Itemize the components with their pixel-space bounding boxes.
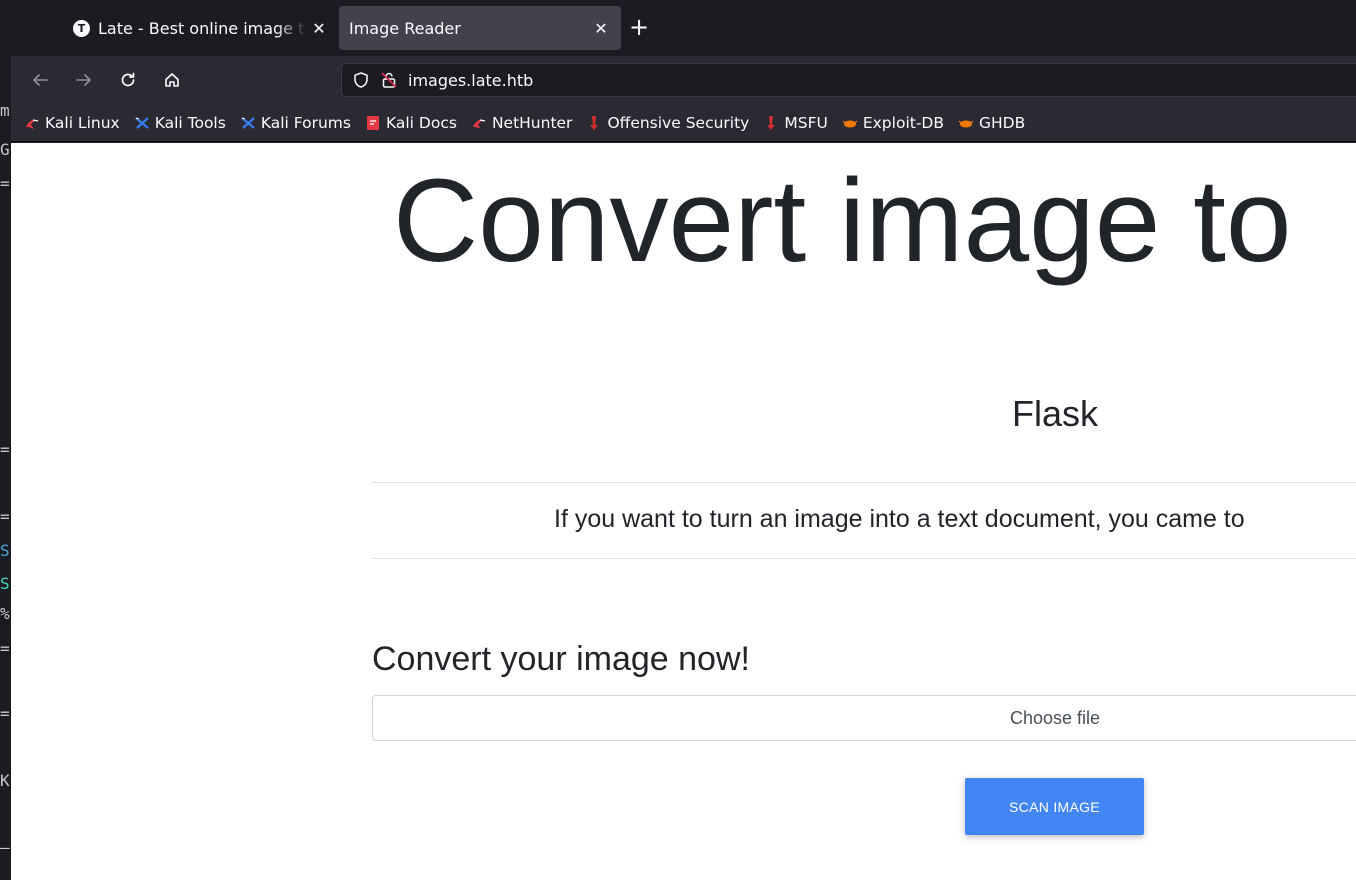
bookmark-ghdb[interactable]: GHDB — [958, 114, 1025, 132]
terminal-glyph: — — [0, 838, 10, 857]
browser-window: T Late - Best online image to ✕ Image Re… — [11, 0, 1356, 880]
page-title: Convert image to — [393, 155, 1292, 287]
tab-strip: T Late - Best online image to ✕ Image Re… — [11, 0, 1356, 56]
terminal-glyph: G — [0, 140, 10, 159]
kali-tools-icon — [134, 116, 149, 129]
upload-heading: Convert your image now! — [372, 640, 750, 678]
terminal-glyph: % — [0, 604, 10, 623]
lead-text: If you want to turn an image into a text… — [554, 505, 1245, 533]
divider — [372, 482, 1356, 483]
background-terminal-strip: m G = = = S S % = = K — — [0, 0, 11, 880]
back-arrow-icon[interactable] — [26, 66, 54, 94]
bookmark-msfu[interactable]: MSFU — [763, 113, 828, 132]
kali-docs-icon — [366, 115, 379, 130]
file-input-label[interactable]: Choose file — [373, 708, 1356, 729]
reload-icon[interactable] — [114, 66, 142, 94]
bookmark-label: Kali Docs — [385, 113, 457, 132]
bookmark-label: NetHunter — [491, 113, 573, 132]
home-icon[interactable] — [158, 66, 186, 94]
bookmark-kali-docs[interactable]: Kali Docs — [365, 114, 457, 132]
bookmark-label: Offensive Security — [607, 113, 750, 132]
terminal-glyph: m — [0, 101, 10, 120]
bookmark-label: Kali Tools — [154, 113, 226, 132]
bookmark-label: Kali Linux — [45, 113, 120, 132]
terminal-glyph: S — [0, 541, 10, 560]
exploitdb-icon — [958, 120, 974, 127]
exploitdb-icon — [842, 120, 858, 127]
bookmark-kali-tools[interactable]: Kali Tools — [134, 114, 226, 132]
bookmark-label: Kali Forums — [260, 113, 351, 132]
forward-arrow-icon[interactable] — [70, 66, 98, 94]
terminal-glyph: = — [0, 507, 10, 526]
lock-insecure-icon[interactable] — [380, 71, 398, 89]
scan-image-button[interactable]: SCAN IMAGE — [965, 778, 1144, 835]
tab-favicon-icon: T — [73, 19, 90, 37]
terminal-glyph: = — [0, 440, 10, 459]
terminal-glyph: = — [0, 174, 10, 193]
bookmark-exploit-db[interactable]: Exploit-DB — [842, 114, 944, 132]
navigation-toolbar: images.late.htb — [11, 56, 1356, 104]
kali-dragon-icon — [26, 118, 39, 129]
bookmark-label: MSFU — [784, 113, 828, 132]
bookmark-kali-forums[interactable]: Kali Forums — [240, 114, 351, 132]
offsec-icon — [767, 115, 776, 130]
terminal-glyph: = — [0, 704, 10, 723]
kali-forums-icon — [241, 116, 255, 129]
new-tab-button[interactable]: + — [625, 14, 653, 42]
url-bar[interactable]: images.late.htb — [341, 63, 1356, 97]
url-text[interactable]: images.late.htb — [408, 71, 533, 90]
tab-image-reader[interactable]: Image Reader ✕ — [339, 6, 621, 50]
kali-dragon-icon — [472, 118, 486, 129]
tab-late[interactable]: T Late - Best online image to ✕ — [61, 6, 339, 50]
bookmark-kali-linux[interactable]: Kali Linux — [24, 114, 120, 132]
bookmark-label: Exploit-DB — [862, 113, 944, 132]
bookmark-offensive-security[interactable]: Offensive Security — [586, 114, 749, 132]
framework-subtitle: Flask — [1011, 393, 1098, 434]
page-content: Convert image to Flask If you want to tu… — [11, 143, 1356, 880]
close-icon[interactable]: ✕ — [307, 19, 331, 38]
close-icon[interactable]: ✕ — [589, 19, 613, 38]
bookmark-label: GHDB — [978, 113, 1026, 132]
offsec-icon — [590, 115, 599, 130]
divider — [372, 558, 1356, 559]
terminal-glyph: = — [0, 639, 10, 658]
bookmark-nethunter[interactable]: NetHunter — [471, 113, 573, 132]
terminal-glyph: S — [0, 574, 10, 593]
tab-title: Late - Best online image to — [98, 18, 307, 38]
file-input[interactable]: Choose file — [372, 695, 1356, 741]
tab-title: Image Reader — [349, 18, 461, 38]
terminal-glyph: K — [0, 771, 10, 790]
shield-icon[interactable] — [352, 71, 370, 89]
bookmarks-toolbar: Kali Linux Kali Tools Kali Forums Kali D… — [11, 104, 1356, 142]
